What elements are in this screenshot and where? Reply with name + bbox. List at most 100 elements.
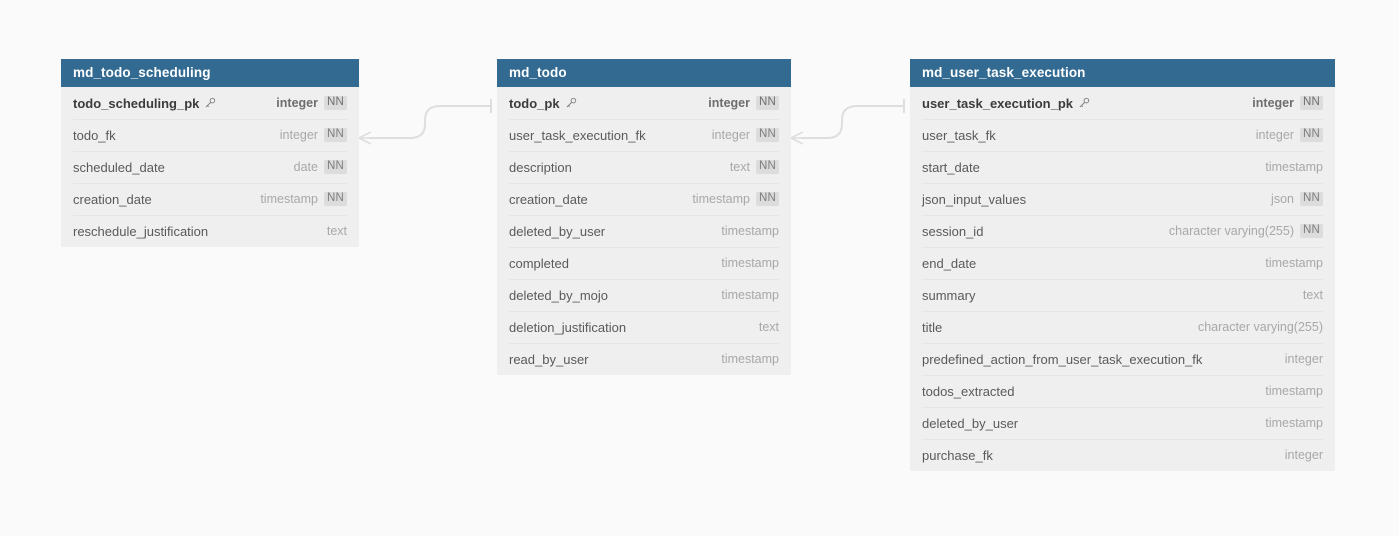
erd-column-name: todo_fk (73, 128, 116, 143)
erd-column-type: text (1302, 288, 1323, 302)
erd-column-row[interactable]: user_task_fk integer NN (910, 119, 1335, 151)
erd-column-name: read_by_user (509, 352, 589, 367)
erd-column-row[interactable]: json_input_values json NN (910, 183, 1335, 215)
erd-table-title: md_todo (497, 59, 791, 87)
erd-column-row[interactable]: todo_fk integer NN (61, 119, 359, 151)
erd-table-md_user_task_execution[interactable]: md_user_task_execution user_task_executio… (910, 59, 1335, 471)
erd-column-row[interactable]: summary text (910, 279, 1335, 311)
erd-column-row[interactable]: deleted_by_user timestamp (497, 215, 791, 247)
erd-column-name: end_date (922, 256, 976, 271)
erd-column-name: deleted_by_user (922, 416, 1018, 431)
erd-column-name-text: todo_fk (73, 127, 116, 143)
not-null-badge: NN (323, 127, 347, 143)
erd-column-type: timestamp (721, 288, 779, 302)
erd-column-row[interactable]: description text NN (497, 151, 791, 183)
erd-column-type: text (326, 224, 347, 238)
erd-column-name-text: deletion_justification (509, 319, 627, 335)
erd-column-type: date (293, 160, 318, 174)
erd-column-row[interactable]: user_task_execution_pk integer NN (910, 87, 1335, 119)
erd-column-name: todo_scheduling_pk (73, 96, 216, 111)
not-null-badge: NN (755, 159, 779, 175)
erd-column-name-text: summary (922, 287, 976, 303)
erd-column-row[interactable]: completed timestamp (497, 247, 791, 279)
erd-column-row[interactable]: creation_date timestamp NN (497, 183, 791, 215)
erd-column-name-text: todo_scheduling_pk (73, 95, 200, 111)
erd-column-name: predefined_action_from_user_task_executi… (922, 352, 1202, 367)
erd-column-type: character varying(255) (1168, 224, 1294, 238)
not-null-badge: NN (1299, 223, 1323, 239)
erd-column-list: user_task_execution_pk integer NN user_task… (910, 87, 1335, 471)
erd-column-row[interactable]: title character varying(255) (910, 311, 1335, 343)
erd-column-row[interactable]: todo_scheduling_pk integer NN (61, 87, 359, 119)
erd-column-type: text (729, 160, 750, 174)
not-null-badge: NN (755, 95, 779, 111)
erd-column-list: todo_scheduling_pk integer NN todo_fk intege… (61, 87, 359, 247)
erd-column-type: character varying(255) (1197, 320, 1323, 334)
erd-column-name-text: todos_extracted (922, 383, 1015, 399)
erd-column-name: purchase_fk (922, 448, 993, 463)
erd-column-type: timestamp (721, 256, 779, 270)
erd-column-row[interactable]: start_date timestamp (910, 151, 1335, 183)
erd-column-row[interactable]: user_task_execution_fk integer NN (497, 119, 791, 151)
erd-column-type: timestamp (1265, 160, 1323, 174)
primary-key-icon (1078, 97, 1090, 109)
erd-column-name: summary (922, 288, 975, 303)
erd-column-name: deleted_by_mojo (509, 288, 608, 303)
erd-column-name-text: todo_pk (509, 95, 560, 111)
erd-column-name-text: purchase_fk (922, 447, 993, 463)
erd-column-name: session_id (922, 224, 983, 239)
erd-column-name: todo_pk (509, 96, 577, 111)
erd-column-name-text: deleted_by_mojo (509, 287, 609, 303)
erd-column-row[interactable]: predefined_action_from_user_task_executi… (910, 343, 1335, 375)
erd-column-name: creation_date (509, 192, 588, 207)
erd-column-name-text: description (509, 159, 572, 175)
erd-table-md_todo_scheduling[interactable]: md_todo_scheduling todo_scheduling_pk inte… (61, 59, 359, 247)
erd-column-row[interactable]: scheduled_date date NN (61, 151, 359, 183)
not-null-badge: NN (1299, 191, 1323, 207)
erd-column-row[interactable]: todo_pk integer NN (497, 87, 791, 119)
erd-column-row[interactable]: deleted_by_mojo timestamp (497, 279, 791, 311)
erd-column-type: integer (279, 128, 318, 142)
relationship-todo-to-user-task-execution (790, 99, 905, 145)
erd-column-name-text: session_id (922, 223, 984, 239)
erd-column-name: title (922, 320, 942, 335)
erd-column-name: json_input_values (922, 192, 1026, 207)
erd-column-row[interactable]: end_date timestamp (910, 247, 1335, 279)
erd-column-type: timestamp (721, 224, 779, 238)
erd-column-name-text: deleted_by_user (509, 223, 606, 239)
erd-column-row[interactable]: deletion_justification text (497, 311, 791, 343)
erd-column-type: integer (708, 96, 750, 110)
erd-column-name-text: user_task_execution_pk (922, 95, 1074, 111)
erd-column-row[interactable]: read_by_user timestamp (497, 343, 791, 375)
erd-column-name: deleted_by_user (509, 224, 605, 239)
erd-column-type: timestamp (692, 192, 750, 206)
erd-column-type: integer (1284, 448, 1323, 462)
erd-table-md_todo[interactable]: md_todo todo_pk integer NN user_task_executi… (497, 59, 791, 375)
erd-column-row[interactable]: deleted_by_user timestamp (910, 407, 1335, 439)
erd-column-name-text: predefined_action_from_user_task_executi… (922, 351, 1203, 367)
erd-column-type: integer (1255, 128, 1294, 142)
erd-column-name-text: deleted_by_user (922, 415, 1019, 431)
erd-column-name-text: start_date (922, 159, 980, 175)
erd-column-name-text: json_input_values (922, 191, 1027, 207)
erd-column-name: deletion_justification (509, 320, 626, 335)
erd-column-type: integer (711, 128, 750, 142)
erd-column-name-text: user_task_fk (922, 127, 996, 143)
not-null-badge: NN (323, 159, 347, 175)
erd-column-row[interactable]: reschedule_justification text (61, 215, 359, 247)
erd-column-row[interactable]: creation_date timestamp NN (61, 183, 359, 215)
erd-column-type: integer (1284, 352, 1323, 366)
erd-canvas: md_todo_scheduling todo_scheduling_pk inte… (0, 0, 1399, 536)
erd-column-row[interactable]: purchase_fk integer (910, 439, 1335, 471)
erd-column-name: completed (509, 256, 569, 271)
erd-column-type: text (758, 320, 779, 334)
not-null-badge: NN (1299, 95, 1323, 111)
erd-column-type: integer (276, 96, 318, 110)
primary-key-icon (204, 97, 216, 109)
erd-column-row[interactable]: todos_extracted timestamp (910, 375, 1335, 407)
erd-column-name: start_date (922, 160, 980, 175)
erd-column-row[interactable]: session_id character varying(255) NN (910, 215, 1335, 247)
erd-column-type: timestamp (1265, 416, 1323, 430)
erd-column-type: json (1271, 192, 1294, 206)
not-null-badge: NN (755, 127, 779, 143)
